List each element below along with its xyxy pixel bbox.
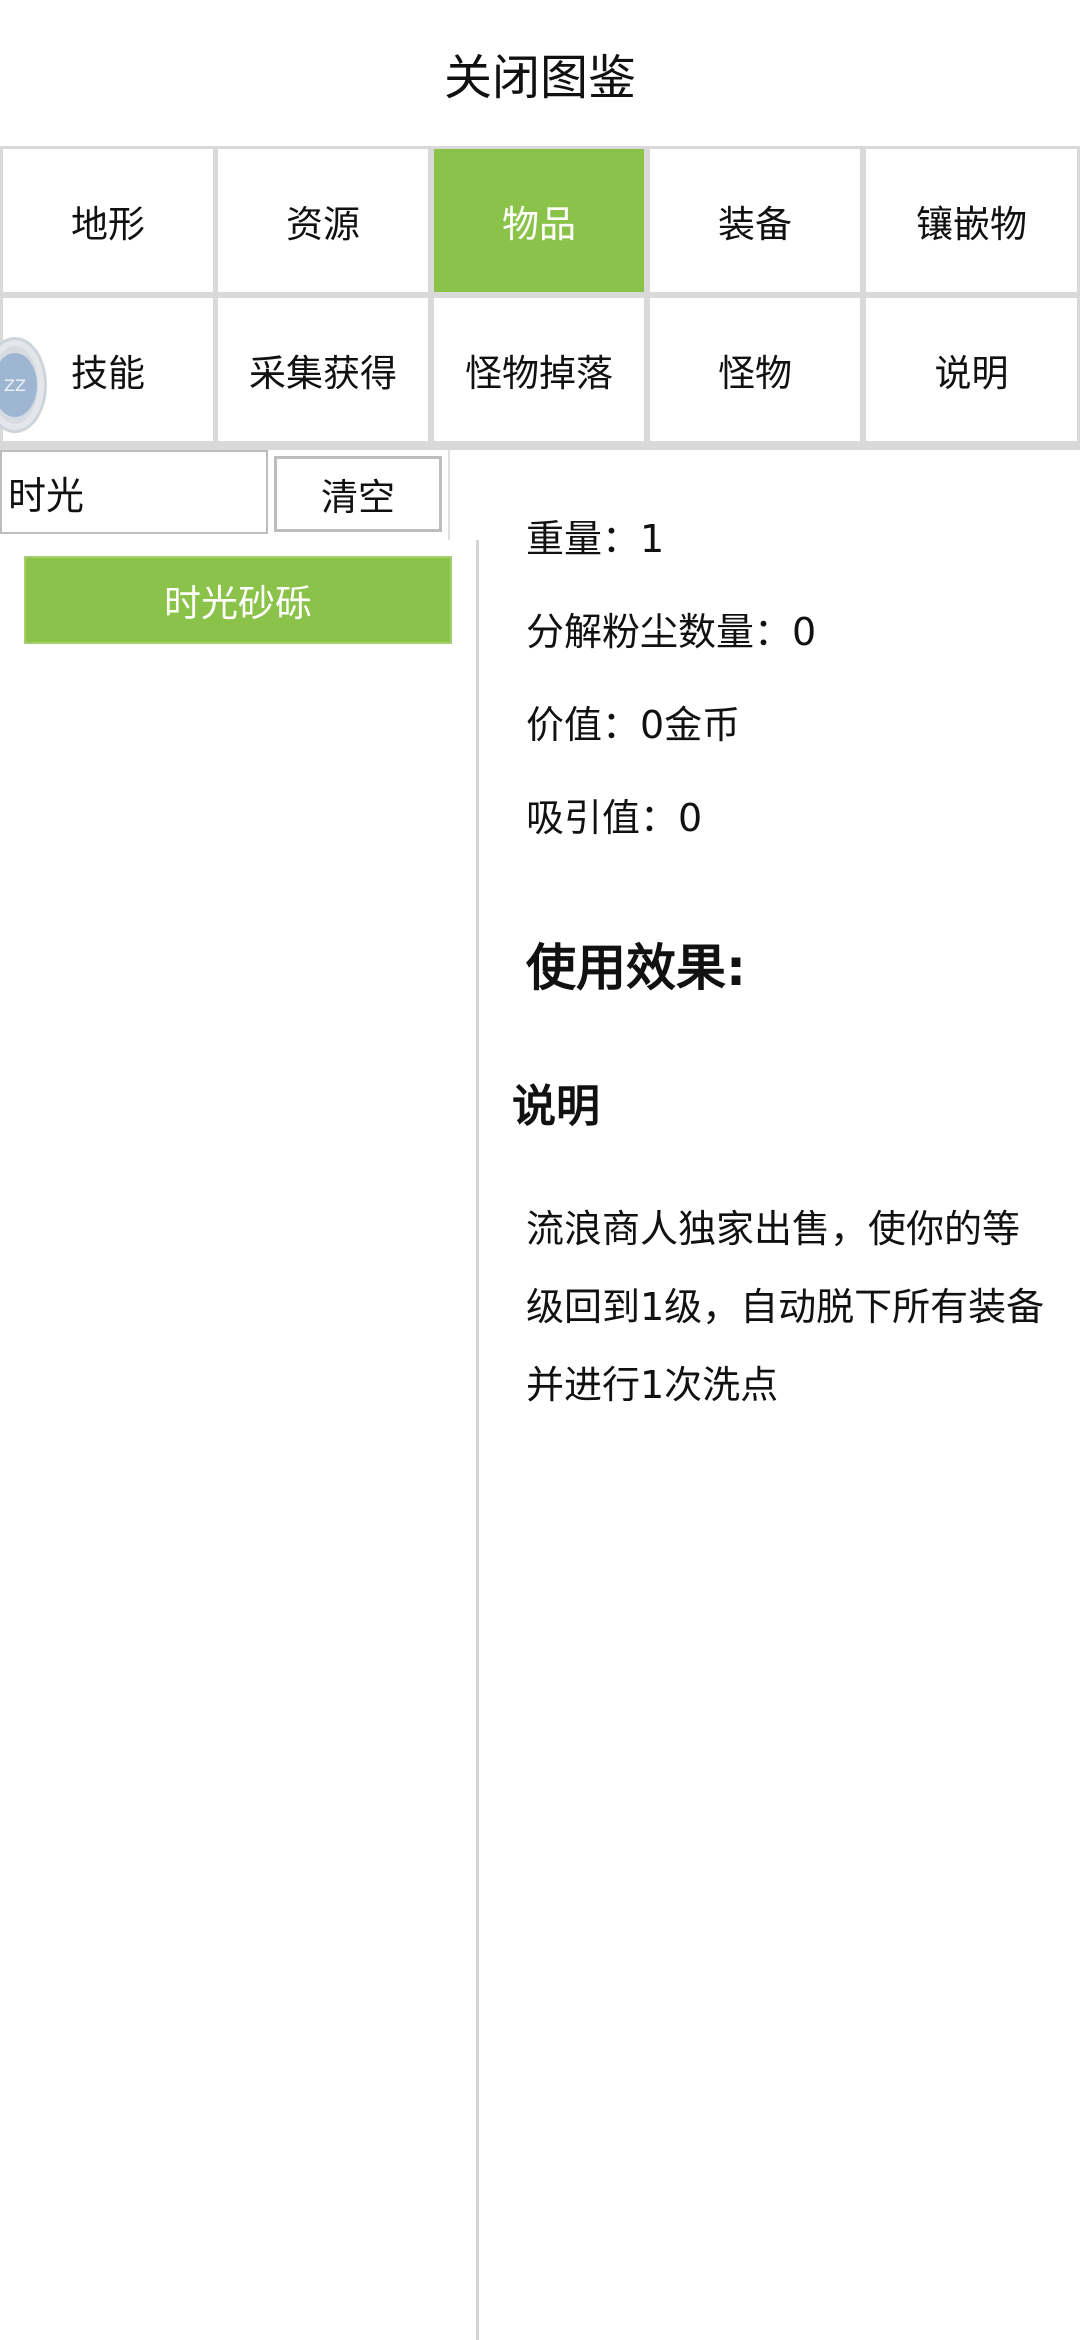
result-list: 时光砂砾 xyxy=(0,540,478,2340)
weight-value: 重量：1 xyxy=(526,517,665,561)
tab-label: 物品 xyxy=(502,202,576,246)
tab-label: 怪物掉落 xyxy=(465,351,613,395)
category-grid: 地形 资源 物品 装备 镶嵌物 技能 采集获得 怪物掉落 怪物 说明 xyxy=(0,146,1080,450)
panel-divider xyxy=(476,540,479,2340)
tab-label: 地形 xyxy=(71,202,145,246)
tab-monsters[interactable]: 怪物 xyxy=(650,298,860,441)
avatar-icon: ZZ xyxy=(0,353,37,417)
tab-label: 资源 xyxy=(286,202,360,246)
use-effect-heading: 使用效果: xyxy=(526,939,746,997)
close-catalog-button[interactable]: 关闭图鉴 xyxy=(0,0,1080,146)
tab-label: 怪物 xyxy=(718,351,792,395)
clear-button[interactable]: 清空 xyxy=(274,456,442,532)
tab-resources[interactable]: 资源 xyxy=(218,149,428,292)
tab-terrain[interactable]: 地形 xyxy=(3,149,213,292)
tab-monster-drops[interactable]: 怪物掉落 xyxy=(434,298,644,441)
list-item[interactable]: 时光砂砾 xyxy=(24,556,452,644)
tab-label: 采集获得 xyxy=(249,351,397,395)
search-bar: 清空 xyxy=(0,450,450,540)
tab-label: 装备 xyxy=(718,202,792,246)
tab-label: 镶嵌物 xyxy=(916,202,1027,246)
tab-help[interactable]: 说明 xyxy=(866,298,1077,441)
tab-label: 说明 xyxy=(934,351,1009,395)
list-item-label: 时光砂砾 xyxy=(164,582,312,625)
price-value: 价值：0金币 xyxy=(526,703,741,747)
clear-button-label: 清空 xyxy=(321,476,395,519)
search-input[interactable] xyxy=(0,450,268,534)
dust-count-value: 分解粉尘数量：0 xyxy=(526,610,817,654)
tab-inlays[interactable]: 镶嵌物 xyxy=(866,149,1077,292)
tab-items[interactable]: 物品 xyxy=(434,149,644,292)
close-catalog-label: 关闭图鉴 xyxy=(443,50,636,106)
description-text: 流浪商人独家出售，使你的等级回到1级，自动脱下所有装备并进行1次洗点 xyxy=(526,1207,1045,1407)
tab-gathered[interactable]: 采集获得 xyxy=(218,298,428,441)
description-heading: 说明 xyxy=(512,1081,600,1132)
tab-equipment[interactable]: 装备 xyxy=(650,149,860,292)
attract-value: 吸引值：0 xyxy=(526,796,703,840)
item-detail-panel: 重量：1 分解粉尘数量：0 价值：0金币 吸引值：0 使用效果: 说明 流浪商人… xyxy=(480,450,1080,2340)
divider xyxy=(448,450,450,540)
tab-label: 技能 xyxy=(71,351,145,395)
